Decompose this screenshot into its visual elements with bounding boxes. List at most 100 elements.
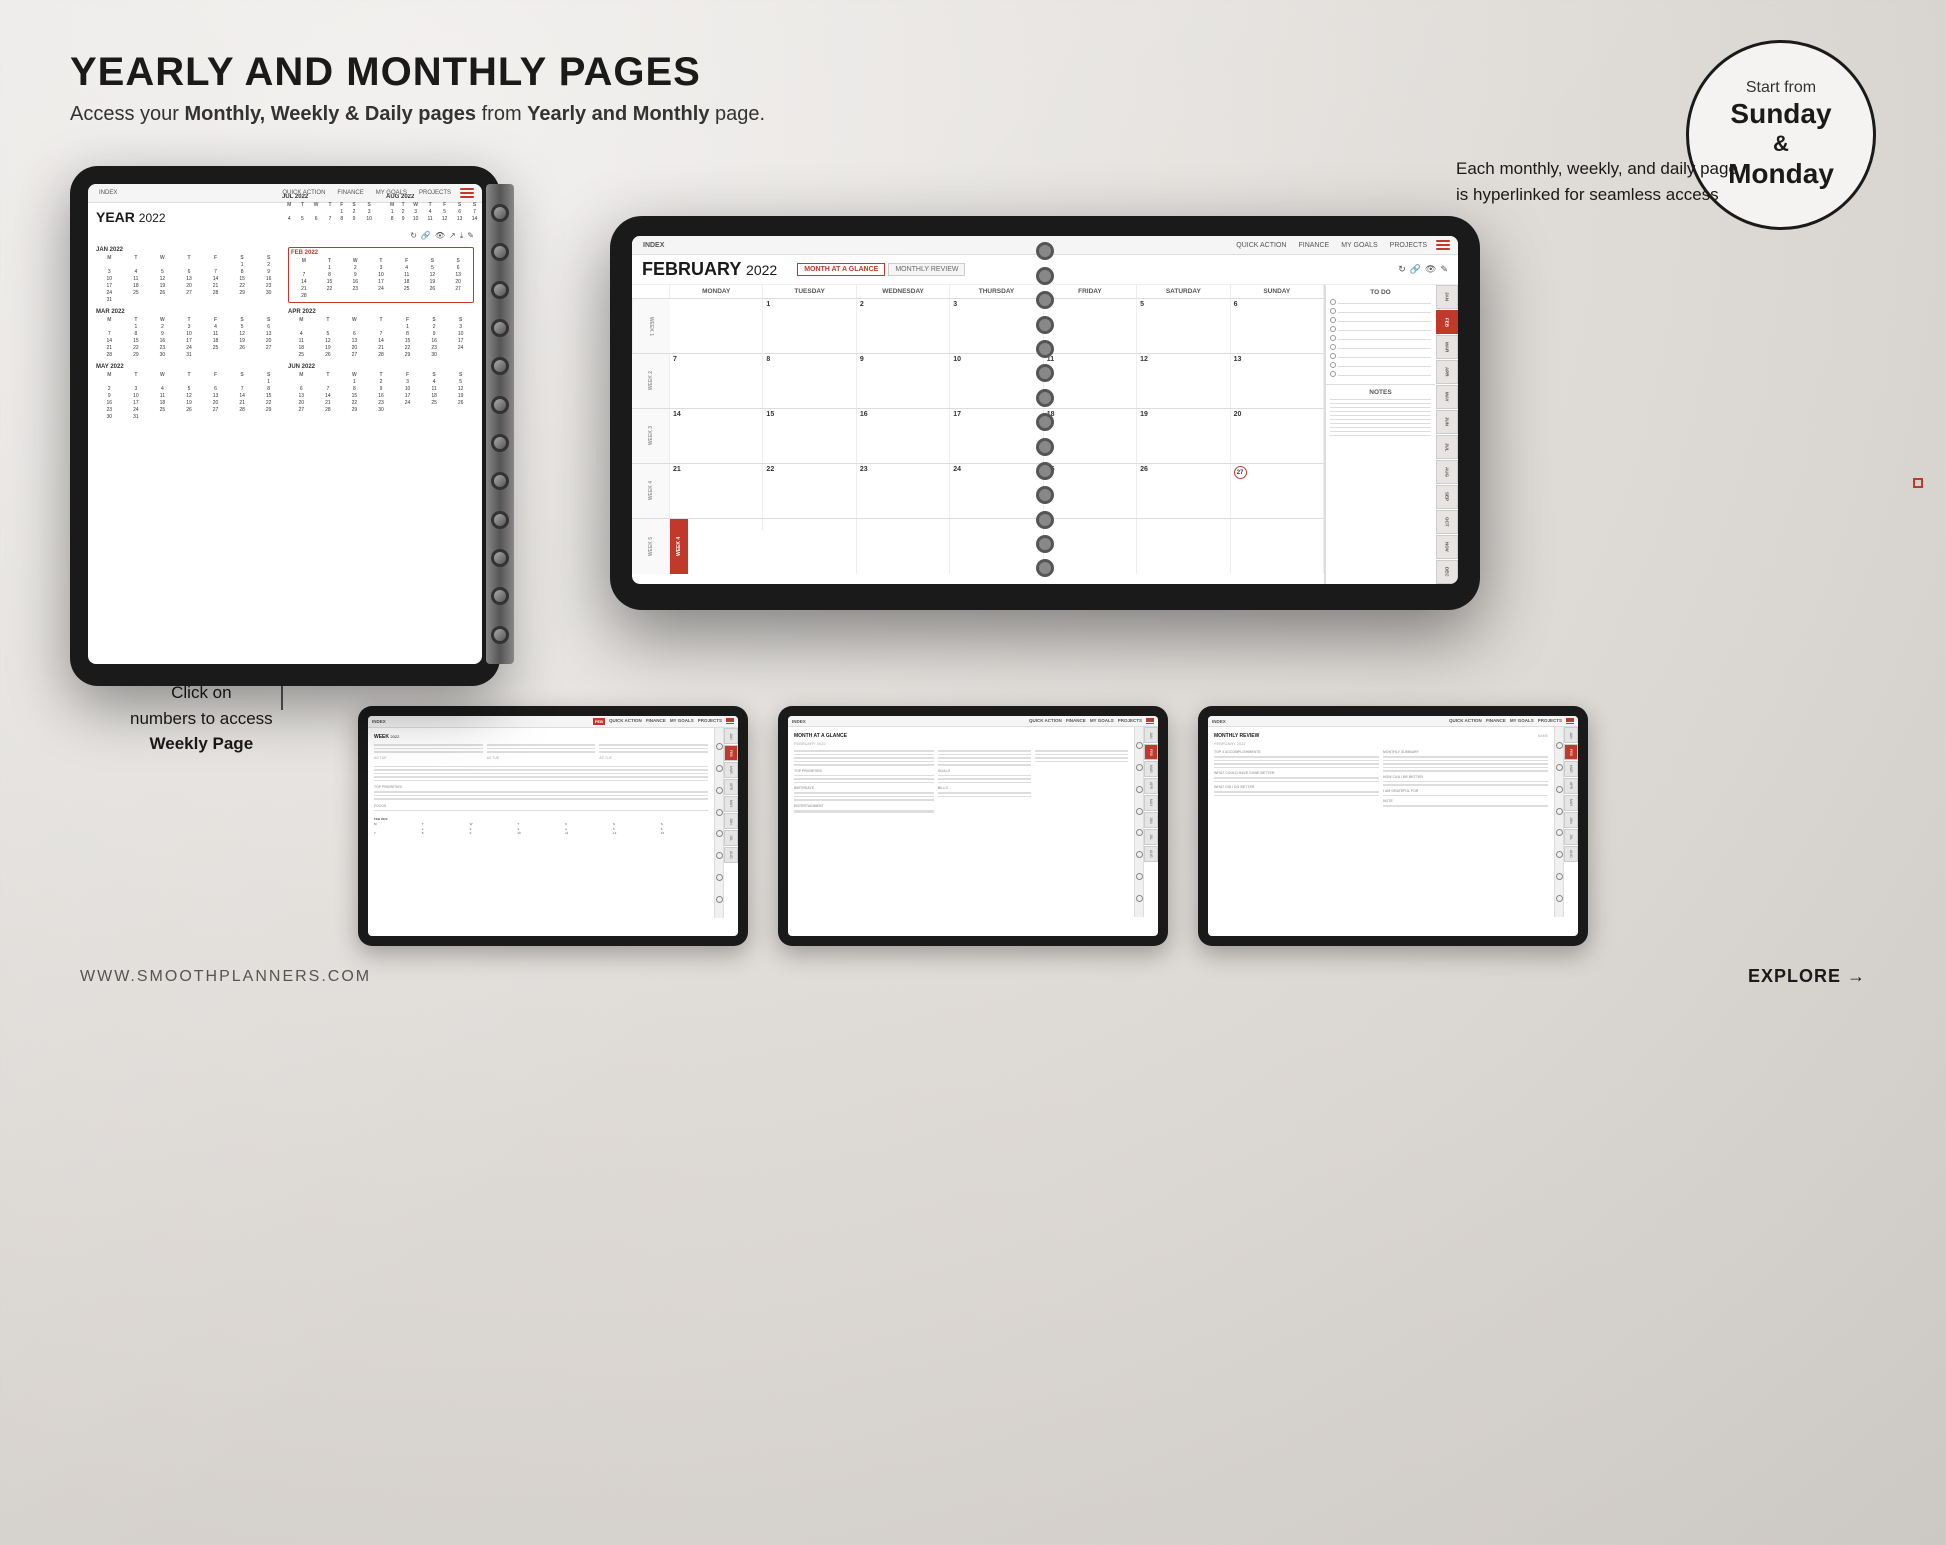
w4-d6[interactable]: 26	[1137, 464, 1230, 518]
w4-d2[interactable]: 22	[763, 464, 856, 518]
footer-explore[interactable]: EXPLORE →	[1748, 966, 1866, 987]
weekly-side-tabs: JAN FEB MAR APR MAY JUN JUL AUG	[724, 728, 738, 918]
monthly-header-row: FEBRUARY 2022 MONTH AT A GLANCE MONTHLY …	[632, 255, 1458, 285]
ampersand: &	[1773, 131, 1789, 157]
w4-d7[interactable]: 27	[1231, 464, 1324, 518]
tab-oct[interactable]: OCT	[1436, 510, 1458, 534]
w3-d6[interactable]: 19	[1137, 409, 1230, 463]
index-btn[interactable]: INDEX	[96, 189, 120, 197]
w4-d3[interactable]: 23	[857, 464, 950, 518]
w5-d4[interactable]	[950, 519, 1043, 574]
toolbar-icon-4[interactable]: ✎	[1440, 264, 1448, 275]
w2-d3[interactable]: 9	[857, 354, 950, 408]
w5-d6[interactable]	[1137, 519, 1230, 574]
w5-d7[interactable]	[1231, 519, 1324, 574]
month-jan: JAN 2022 MTWTFSS 12 3456789 101112131415…	[96, 247, 282, 303]
monthly-finance-btn[interactable]: FINANCE	[1295, 241, 1332, 250]
todo-5	[1330, 335, 1431, 341]
w2-d4[interactable]: 10	[950, 354, 1043, 408]
icon-share[interactable]: ↗	[449, 231, 456, 241]
tab-sep[interactable]: SEP	[1436, 485, 1458, 509]
monthly-index-btn[interactable]: INDEX	[640, 241, 667, 250]
w2-d6[interactable]: 12	[1137, 354, 1230, 408]
w1-d4[interactable]: 3	[950, 299, 1043, 353]
glance-toolbar: INDEX QUICK ACTION FINANCE MY GOALS PROJ…	[788, 716, 1158, 727]
w4-d4[interactable]: 24	[950, 464, 1043, 518]
w4-d5[interactable]: 25	[1044, 464, 1137, 518]
w1-d2[interactable]: 1	[763, 299, 856, 353]
w3-d5[interactable]: 18	[1044, 409, 1137, 463]
monthly-my-goals-btn[interactable]: MY GOALS	[1338, 241, 1380, 250]
day-friday: FRIDAY	[1044, 285, 1137, 298]
icon-edit[interactable]: ✎	[467, 231, 474, 241]
icon-eye[interactable]: 👁	[435, 231, 445, 241]
todo-1	[1330, 299, 1431, 305]
w5-d5[interactable]	[1044, 519, 1137, 574]
w5-d2[interactable]	[763, 519, 856, 574]
review-toolbar: INDEX QUICK ACTION FINANCE MY GOALS PROJ…	[1208, 716, 1578, 727]
month-at-glance-tab[interactable]: MONTH AT A GLANCE	[797, 263, 885, 276]
w1-d3[interactable]: 2	[857, 299, 950, 353]
view-tabs: MONTH AT A GLANCE MONTHLY REVIEW	[797, 263, 965, 276]
w5-d3[interactable]	[857, 519, 950, 574]
tab-jul[interactable]: JUL	[1436, 435, 1458, 459]
toolbar-icon-1[interactable]: ↻	[1398, 264, 1406, 275]
w2-d7[interactable]: 13	[1231, 354, 1324, 408]
w2-d2[interactable]: 8	[763, 354, 856, 408]
w3-d3[interactable]: 16	[857, 409, 950, 463]
review-side-tabs: JAN FEB MAR APR MAY JUN JUL AUG	[1564, 727, 1578, 917]
day-sunday: SUNDAY	[1231, 285, 1324, 298]
tab-aug[interactable]: AUG	[1436, 460, 1458, 484]
weekly-spine	[714, 728, 724, 918]
w3-d7[interactable]: 20	[1231, 409, 1324, 463]
tab-feb[interactable]: FEB	[1436, 310, 1458, 334]
w1-d7[interactable]: 6	[1231, 299, 1324, 353]
w5-d1-cell[interactable]: 28 WEEK 4	[670, 519, 763, 574]
w3-d1[interactable]: 14	[670, 409, 763, 463]
monthly-menu-icon[interactable]	[1436, 240, 1450, 250]
icon-link[interactable]: 🔗	[421, 231, 431, 241]
yearly-tablet: INDEX QUICK ACTION FINANCE MY GOALS PROJ…	[70, 166, 500, 686]
month-aug-partial: AUG 2022 MTWTFSS 1234567 891011121314	[386, 194, 482, 222]
week-4-row: WEEK 4 21 22 23 24 25 26 27	[632, 464, 1324, 519]
week-3-row: WEEK 3 14 15 16 17 18 19 20	[632, 409, 1324, 464]
tablet-spine	[486, 184, 514, 664]
w2-d1[interactable]: 7	[670, 354, 763, 408]
tab-nov[interactable]: NOV	[1436, 535, 1458, 559]
thumbnails-row: INDEX FEB QUICK ACTION FINANCE MY GOALS …	[70, 706, 1876, 946]
monthly-toolbar: INDEX QUICK ACTION FINANCE MY GOALS PROJ…	[632, 236, 1458, 255]
todo-9	[1330, 371, 1431, 377]
footer-url: WWW.SMOOTHPLANNERS.COM	[80, 968, 371, 986]
tab-dec[interactable]: DEC	[1436, 560, 1458, 584]
tab-jun[interactable]: JUN	[1436, 410, 1458, 434]
todo-8	[1330, 362, 1431, 368]
tab-mar[interactable]: MAR	[1436, 335, 1458, 359]
yearly-content: YEAR 2022 ↻ 🔗 👁 ↗ ⤓ ✎	[88, 203, 482, 426]
w2-d5[interactable]: 11	[1044, 354, 1137, 408]
calendar-area: MONDAY TUESDAY WEDNESDAY THURSDAY FRIDAY…	[632, 285, 1458, 584]
glance-side-tabs: JAN FEB MAR APR MAY JUN JUL AUG	[1144, 727, 1158, 917]
monthly-projects-btn[interactable]: PROJECTS	[1387, 241, 1430, 250]
page-subtitle: Access your Monthly, Weekly & Daily page…	[70, 103, 1876, 126]
toolbar-icon-3[interactable]: 👁	[1425, 264, 1436, 275]
toolbar-icon-2[interactable]: 🔗	[1410, 264, 1421, 275]
w3-d4[interactable]: 17	[950, 409, 1043, 463]
w1-d1[interactable]	[670, 299, 763, 353]
w1-d6[interactable]: 5	[1137, 299, 1230, 353]
weekly-toolbar: INDEX FEB QUICK ACTION FINANCE MY GOALS …	[368, 716, 738, 728]
todo-header: TO DO	[1330, 289, 1431, 296]
tab-apr[interactable]: APR	[1436, 360, 1458, 384]
w3-d2[interactable]: 15	[763, 409, 856, 463]
todo-2	[1330, 308, 1431, 314]
tab-may[interactable]: MAY	[1436, 385, 1458, 409]
monthly-tablet: INDEX QUICK ACTION FINANCE MY GOALS PROJ…	[560, 216, 1876, 610]
icon-refresh[interactable]: ↻	[410, 231, 417, 241]
monthly-quick-action-btn[interactable]: QUICK ACTION	[1233, 241, 1289, 250]
w1-d5[interactable]: 4	[1044, 299, 1137, 353]
month-jun: JUN 2022 MTWTFSS 12345 6789101112 131415…	[288, 364, 474, 420]
tab-jan[interactable]: JAN	[1436, 285, 1458, 309]
monthly-review-tab[interactable]: MONTHLY REVIEW	[888, 263, 965, 276]
month-mar: MAR 2022 MTWTFSS 123456 78910111213 1415…	[96, 309, 282, 358]
icon-download[interactable]: ⤓	[460, 231, 464, 241]
w4-d1[interactable]: 21	[670, 464, 763, 518]
